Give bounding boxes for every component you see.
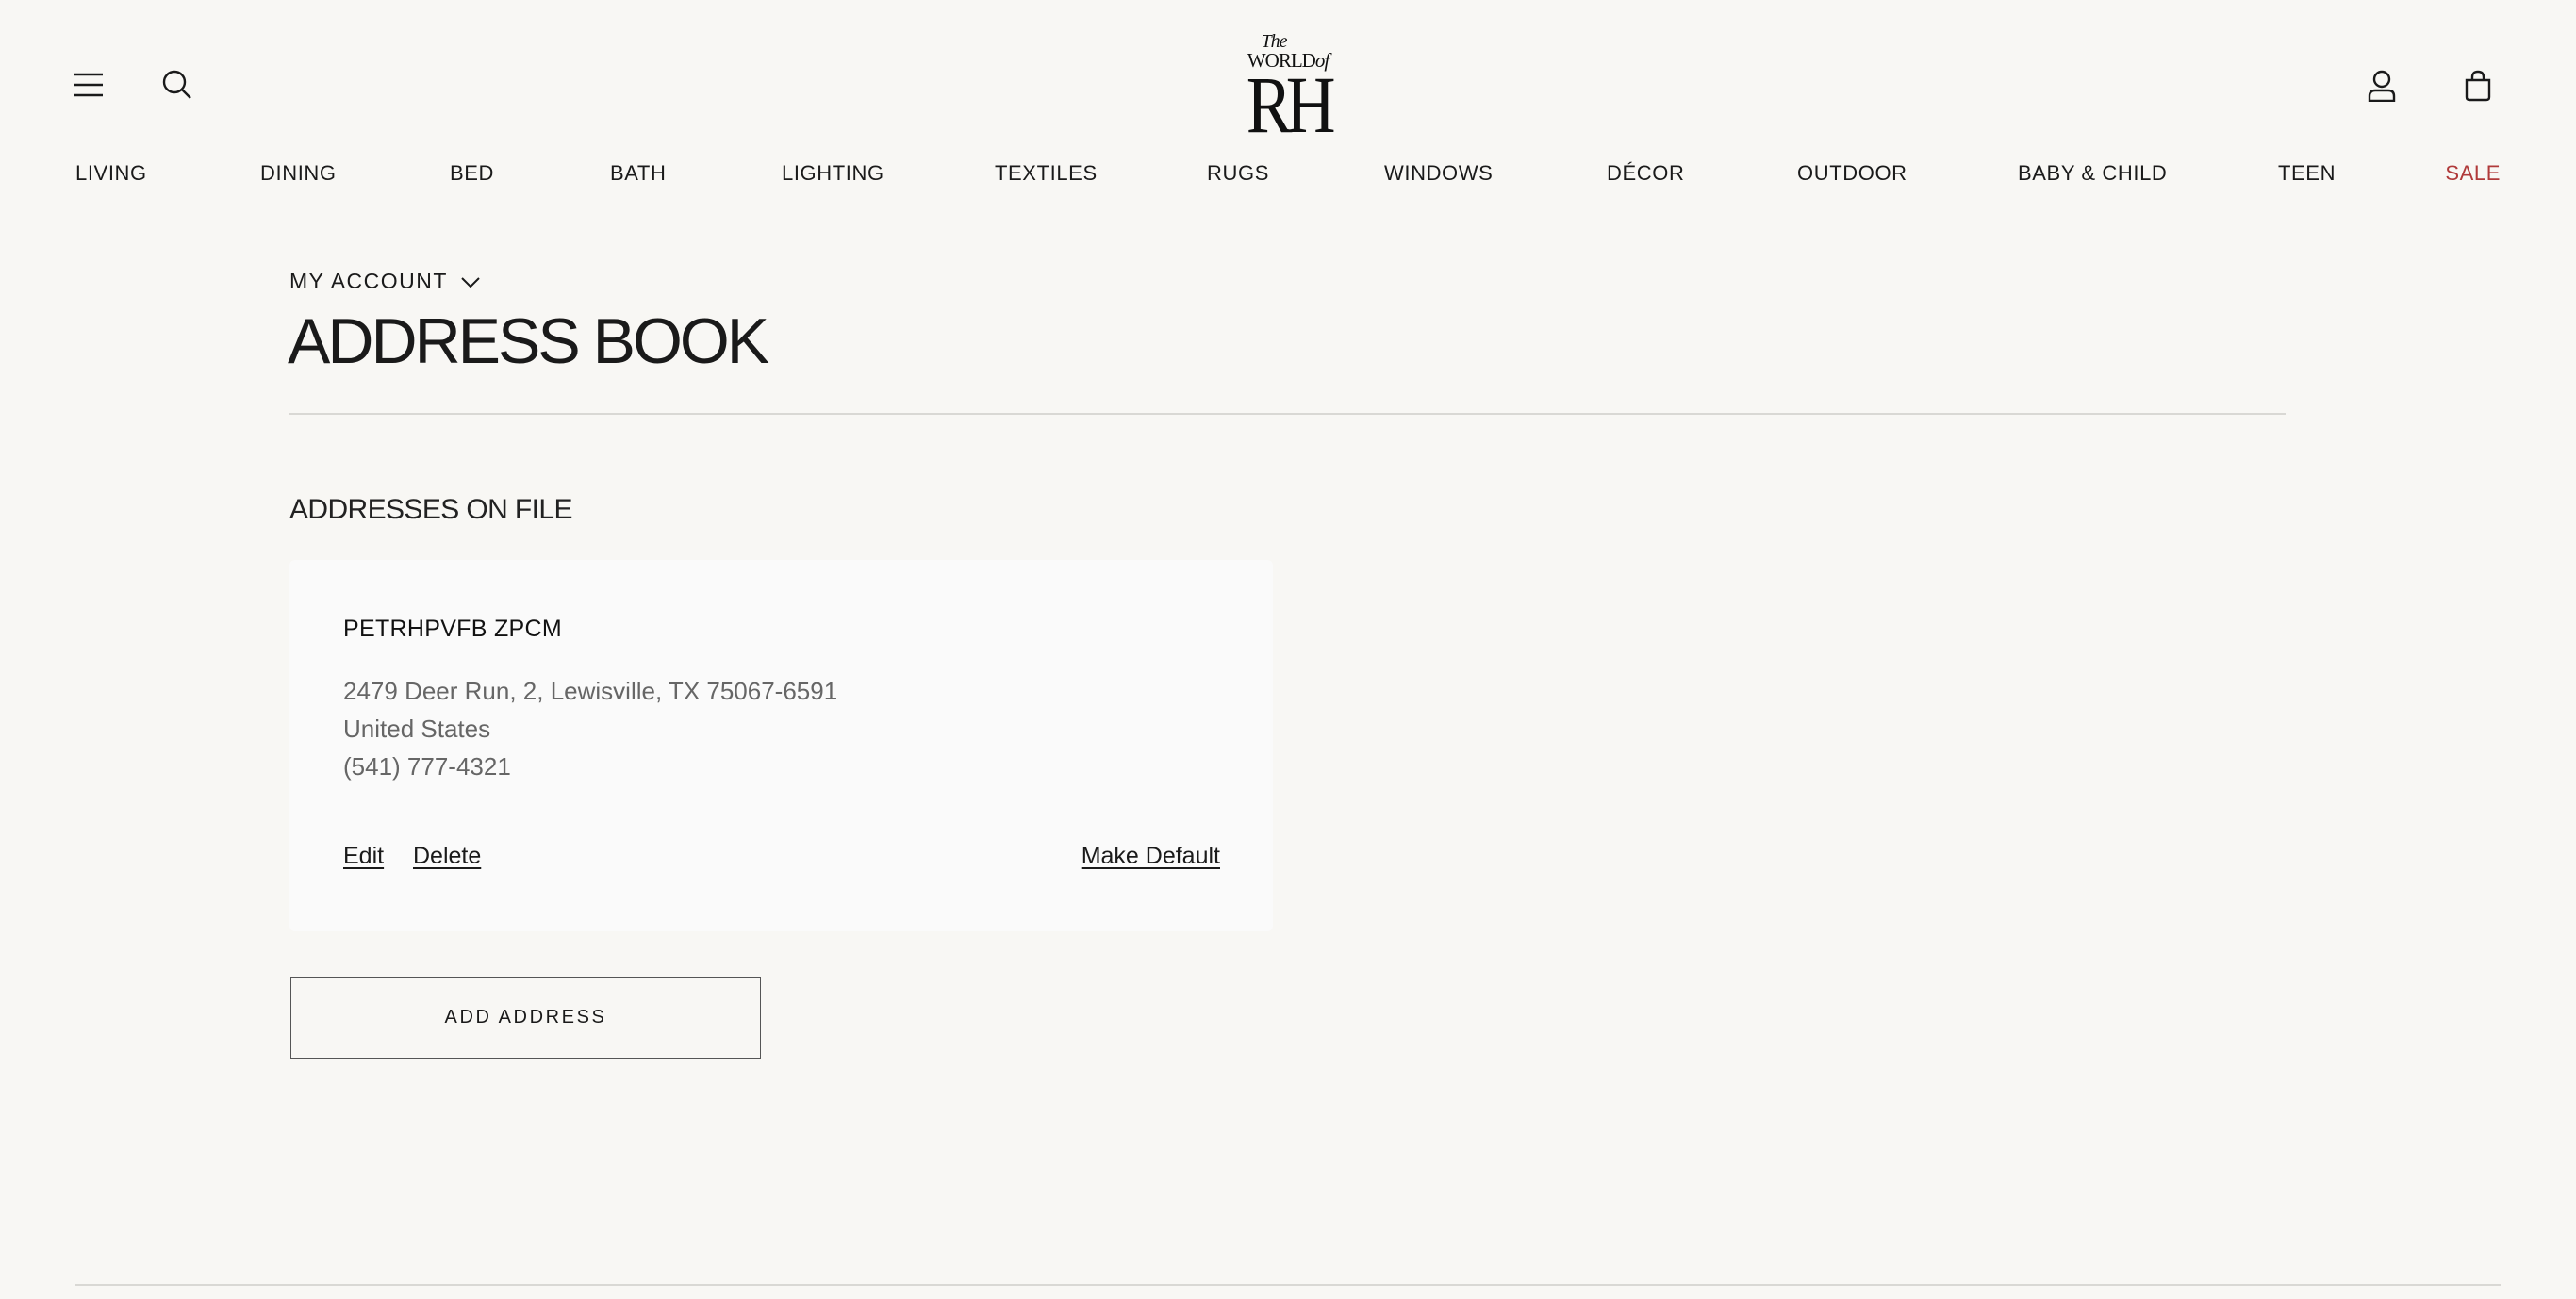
nav-item-decor[interactable]: DÉCOR (1607, 158, 1684, 189)
nav-item-textiles[interactable]: TEXTILES (995, 158, 1098, 189)
addresses-section-title: ADDRESSES ON FILE (289, 494, 572, 525)
address-name: PETRHPVFB ZPCM (343, 616, 562, 642)
page-title: ADDRESS BOOK (288, 305, 769, 377)
my-account-dropdown[interactable]: MY ACCOUNT (289, 267, 480, 295)
edit-address-link[interactable]: Edit (343, 843, 384, 870)
user-icon[interactable] (2365, 68, 2399, 104)
address-country: United States (343, 715, 491, 743)
main-navigation: LIVING DINING BED BATH LIGHTING TEXTILES… (75, 158, 2501, 189)
make-default-link[interactable]: Make Default (1082, 843, 1220, 870)
address-book-page: The WORLDof RH LIVING DINING BED BATH LI… (0, 0, 2576, 1299)
nav-item-bath[interactable]: BATH (610, 158, 666, 189)
nav-item-bed[interactable]: BED (450, 158, 494, 189)
nav-item-lighting[interactable]: LIGHTING (782, 158, 884, 189)
nav-item-teen[interactable]: TEEN (2278, 158, 2336, 189)
footer-divider (75, 1284, 2501, 1286)
nav-item-outdoor[interactable]: OUTDOOR (1797, 158, 1907, 189)
nav-item-baby-child[interactable]: BABY & CHILD (2018, 158, 2167, 189)
logo-rh: RH (1247, 59, 1336, 150)
my-account-label: MY ACCOUNT (289, 268, 448, 293)
search-icon[interactable] (160, 68, 194, 102)
title-divider (289, 413, 2286, 415)
rh-logo[interactable]: The WORLDof RH (1231, 31, 1345, 145)
chevron-down-icon (461, 269, 480, 294)
address-card: PETRHPVFB ZPCM 2479 Deer Run, 2, Lewisvi… (289, 560, 1273, 931)
nav-item-sale[interactable]: SALE (2445, 158, 2501, 189)
address-phone: (541) 777-4321 (343, 752, 511, 781)
shopping-bag-icon[interactable] (2461, 68, 2495, 104)
nav-item-dining[interactable]: DINING (260, 158, 337, 189)
nav-item-windows[interactable]: WINDOWS (1384, 158, 1493, 189)
hamburger-menu-icon[interactable] (72, 68, 106, 102)
nav-item-rugs[interactable]: RUGS (1207, 158, 1269, 189)
delete-address-link[interactable]: Delete (413, 843, 481, 870)
logo-the: The (1261, 31, 1288, 52)
nav-item-living[interactable]: LIVING (75, 158, 147, 189)
add-address-button[interactable]: ADD ADDRESS (290, 977, 761, 1059)
address-street: 2479 Deer Run, 2, Lewisville, TX 75067-6… (343, 677, 838, 705)
